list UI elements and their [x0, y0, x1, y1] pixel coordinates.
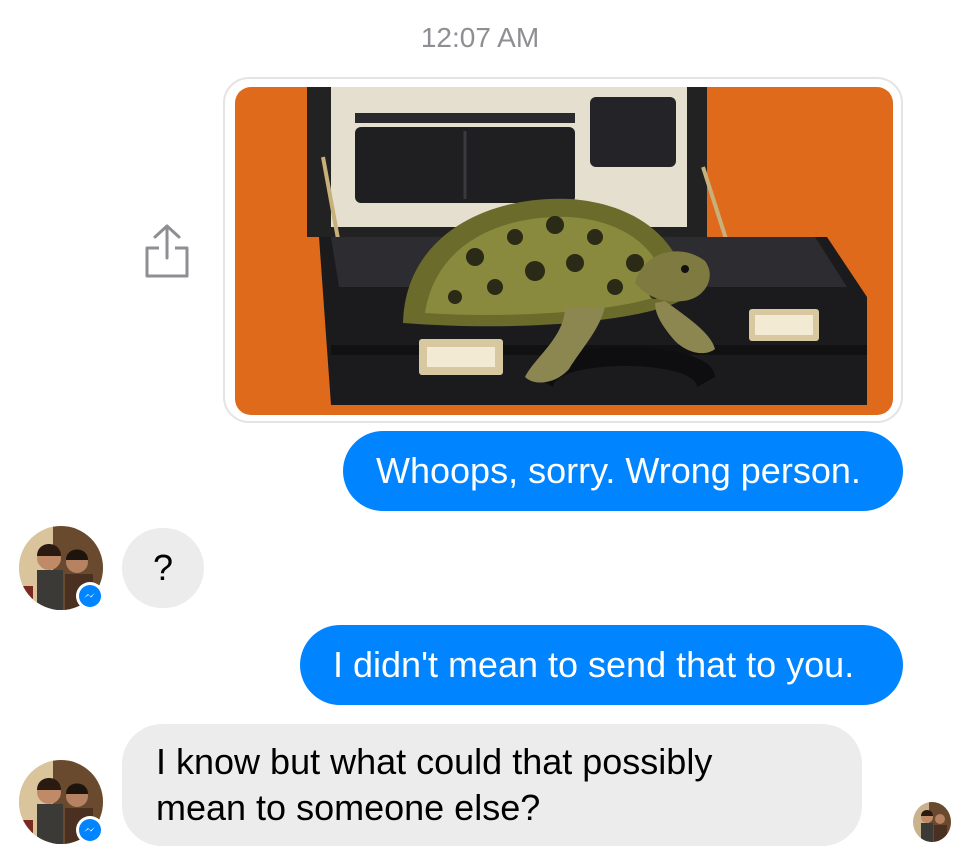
messenger-badge-icon	[76, 816, 104, 844]
outgoing-message-bubble[interactable]: I didn't mean to send that to you.	[300, 625, 903, 705]
incoming-message-bubble[interactable]: ?	[122, 528, 204, 608]
message-photo[interactable]	[223, 77, 903, 423]
messenger-badge-icon	[76, 582, 104, 610]
message-timestamp: 12:07 AM	[420, 22, 540, 53]
outgoing-message-bubble[interactable]: Whoops, sorry. Wrong person.	[343, 431, 903, 511]
share-icon[interactable]	[141, 222, 193, 280]
turtle-briefcase-image	[235, 87, 893, 415]
seen-avatar	[913, 802, 951, 842]
incoming-message-bubble[interactable]: I know but what could that possibly mean…	[122, 724, 862, 846]
